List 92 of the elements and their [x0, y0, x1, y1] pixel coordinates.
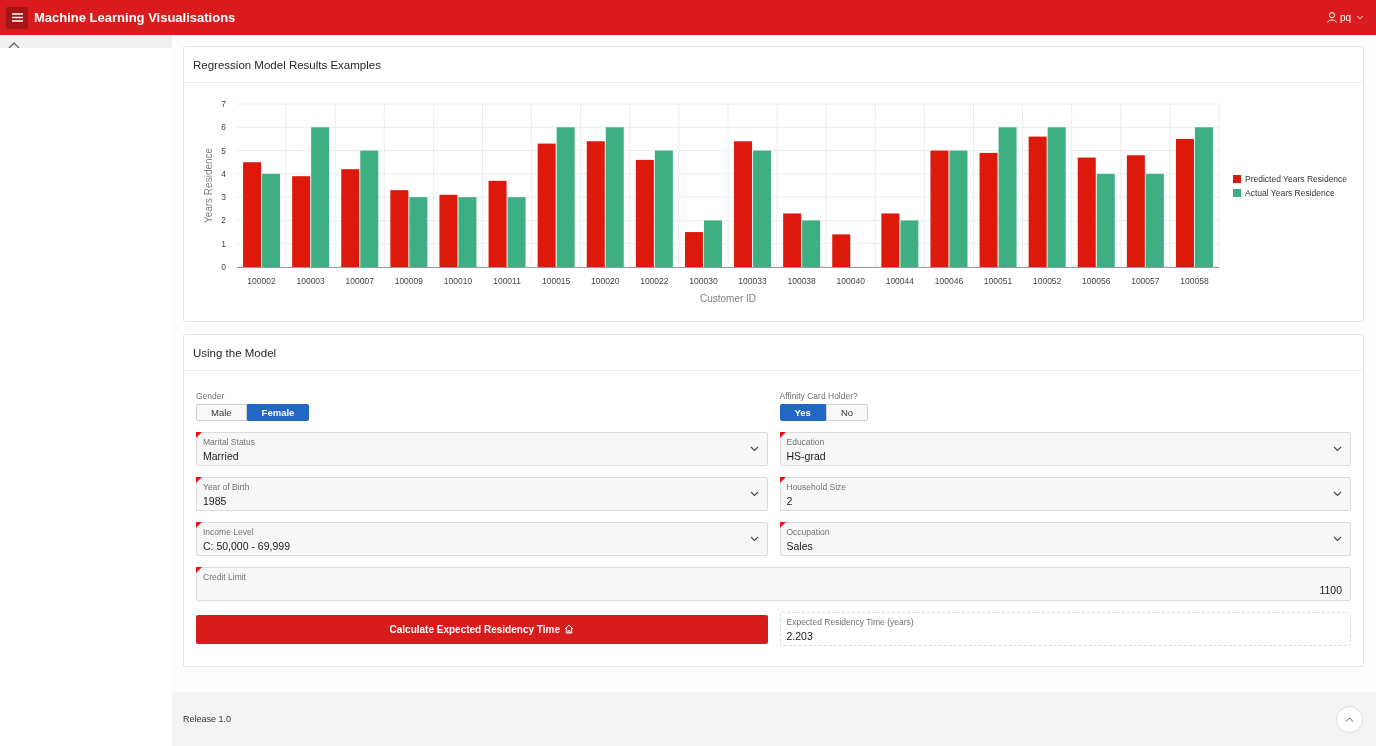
field-label: Year of Birth — [203, 482, 251, 493]
legend-label: Actual Years Residence — [1245, 188, 1335, 198]
category-label: 100007 — [345, 276, 374, 286]
card-title: Regression Model Results Examples — [193, 58, 381, 71]
category-label: 100052 — [1032, 276, 1062, 286]
category-label: 100056 — [1082, 276, 1111, 286]
axis-tick-label: 1 — [221, 238, 226, 249]
chart-bar — [783, 213, 802, 267]
category-label: 100003 — [296, 276, 325, 286]
app-title: Machine Learning Visualisations — [34, 10, 236, 25]
category-label: 100040 — [836, 276, 865, 286]
category-label: 100058 — [1180, 276, 1209, 286]
user-menu-button[interactable]: pq — [1326, 12, 1370, 23]
field-value: Sales — [786, 539, 813, 553]
axis-tick-label: 0 — [221, 262, 226, 272]
select-field[interactable]: Income Level C: 50,000 - 69,999 — [196, 522, 768, 556]
category-label: 100011 — [493, 276, 521, 286]
menu-button[interactable] — [6, 6, 28, 29]
category-label: 100033 — [738, 276, 767, 286]
category-label: 100038 — [787, 276, 816, 286]
chevron-down-icon — [1333, 446, 1342, 452]
field-label: Affinity Card Holder? — [779, 391, 858, 402]
select-field[interactable]: Year of Birth 1985 — [196, 477, 768, 511]
axis-tick-label: 2 — [221, 215, 226, 226]
chevron-up-icon — [1345, 716, 1354, 722]
axis-tick-label: 6 — [221, 122, 226, 133]
field-label: Education — [786, 437, 826, 448]
axis-tick-label: 4 — [221, 168, 226, 179]
select-field[interactable]: Education HS-grad — [779, 432, 1351, 466]
sidebar-nav-item[interactable] — [0, 35, 172, 48]
field-label: Credit Limit — [203, 572, 247, 583]
chart-bar — [832, 234, 851, 267]
chart-bar — [684, 232, 703, 267]
field-value: 1100 — [1319, 583, 1342, 597]
field-value: 2 — [786, 494, 793, 508]
category-label: 100051 — [983, 276, 1013, 286]
calculate-button[interactable]: Calculate Expected Residency Time — [196, 614, 768, 644]
category-label: 100022 — [640, 276, 669, 286]
select-field[interactable]: Occupation Sales — [779, 522, 1351, 556]
field-label: Expected Residency Time (years) — [786, 617, 914, 628]
chart-bar — [900, 220, 919, 267]
category-label: 100009 — [394, 276, 424, 286]
axis-title: Years Residence — [203, 147, 214, 224]
field-value: 1985 — [203, 494, 227, 508]
category-label: 100030 — [689, 276, 718, 286]
field-label: Income Level — [203, 527, 255, 538]
category-label: 100010 — [443, 276, 473, 286]
field-value: Married — [203, 449, 239, 463]
chevron-down-icon — [749, 491, 759, 497]
chart-bar — [881, 213, 900, 267]
field-value: 2.203 — [786, 629, 813, 643]
chart-bar — [507, 197, 526, 267]
chart-bar — [409, 197, 428, 267]
menu-icon — [11, 13, 23, 22]
axis-tick-label: 7 — [221, 99, 226, 109]
field-label: Occupation — [786, 527, 831, 538]
chart-bar — [703, 220, 722, 267]
segment-button[interactable]: No — [825, 404, 869, 421]
chart-bar — [458, 197, 477, 267]
user-icon — [1326, 12, 1337, 23]
axis-tick-label: 5 — [221, 145, 226, 156]
chevron-down-icon — [1333, 491, 1342, 497]
select-field[interactable]: Household Size 2 — [779, 477, 1351, 511]
field-value: HS-grad — [786, 449, 826, 463]
field-label: Gender — [196, 391, 225, 402]
home-icon — [563, 624, 574, 634]
legend-label: Predicted Years Residence — [1245, 174, 1348, 184]
field-label: Marital Status — [203, 437, 256, 448]
category-label: 100057 — [1131, 276, 1160, 286]
chart-bar — [802, 220, 821, 267]
select-field[interactable]: Marital Status Married — [196, 432, 768, 466]
chevron-down-icon — [749, 536, 759, 542]
category-label: 100020 — [591, 276, 620, 286]
category-label: 100015 — [541, 276, 571, 286]
axis-tick-label: 3 — [221, 192, 226, 203]
chevron-down-icon — [749, 446, 759, 452]
scroll-top-button[interactable] — [1336, 705, 1363, 733]
card-title: Using the Model — [193, 346, 277, 359]
chevron-down-icon — [1333, 536, 1342, 542]
segment-button[interactable]: Female — [246, 404, 310, 421]
category-label: 100044 — [885, 276, 915, 286]
chevron-down-icon — [1356, 15, 1364, 20]
field-value: C: 50,000 - 69,999 — [203, 539, 290, 553]
axis-title: Customer ID — [699, 293, 757, 304]
number-field[interactable]: Credit Limit 1100 — [196, 567, 1351, 601]
release-label: Release 1.0 — [183, 714, 232, 724]
chevron-up-icon — [8, 42, 20, 48]
field-label: Household Size — [786, 482, 848, 493]
segment-button[interactable]: Male — [196, 404, 247, 421]
category-label: 100002 — [247, 276, 276, 286]
segment-button[interactable]: Yes — [779, 404, 826, 421]
category-label: 100046 — [934, 276, 964, 286]
